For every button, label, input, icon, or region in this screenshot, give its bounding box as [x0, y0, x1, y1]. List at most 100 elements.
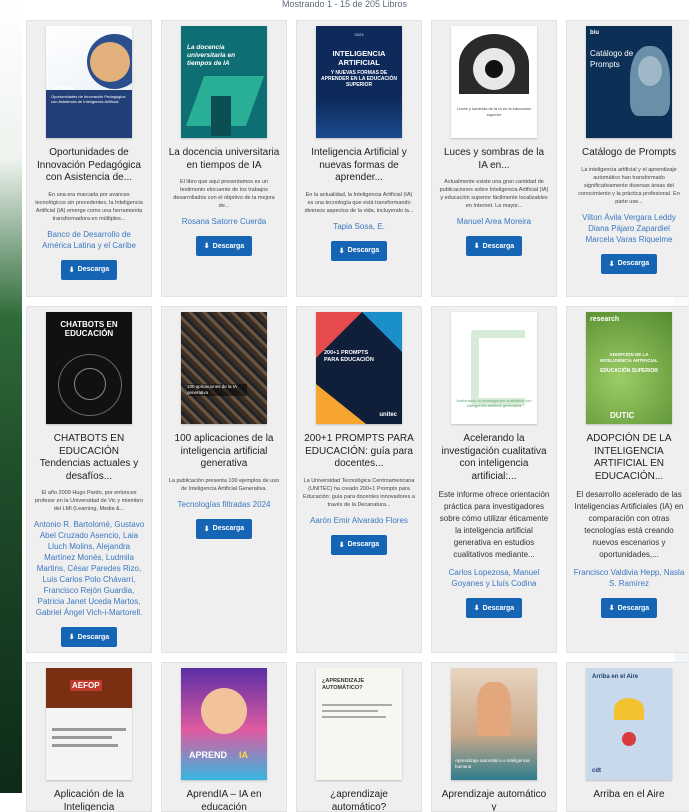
book-description: El desarrollo acelerado de las Inteligen…: [574, 490, 684, 559]
book-title[interactable]: 100 aplicaciones de la inteligencia arti…: [168, 433, 280, 471]
book-title[interactable]: La docencia universitaria en tiempos de …: [168, 147, 280, 172]
cover-text: Aprendizaje automático e inteligencia hu…: [455, 758, 530, 769]
book-cover[interactable]: CHATBOTS EN EDUCACIÓN: [46, 312, 132, 424]
cover-text: IA: [239, 750, 248, 760]
download-icon: ⬇: [473, 243, 480, 250]
book-author[interactable]: Banco de Desarrollo de América Latina y …: [33, 229, 145, 251]
download-button[interactable]: ⬇ Descarga: [465, 236, 523, 256]
book-description: La Universidad Tecnológica Centroamerica…: [303, 477, 415, 508]
download-icon: ⬇: [473, 605, 480, 612]
download-button[interactable]: ⬇ Descarga: [60, 627, 118, 647]
book-description: Este informe ofrece orientación práctica…: [438, 490, 550, 559]
book-card: Arriba en el Aire cdt Arriba en el Aire: [566, 662, 689, 812]
book-title[interactable]: Oportunidades de Innovación Pedagógica c…: [33, 147, 145, 185]
download-label: Descarga: [482, 242, 515, 250]
book-title[interactable]: Acelerando la investigación cualitativa …: [438, 433, 550, 483]
book-card: 200+1 PROMPTS PARA EDUCACIÓN unitec 200+…: [296, 306, 422, 653]
book-cover[interactable]: 200+1 PROMPTS PARA EDUCACIÓN unitec: [316, 312, 402, 424]
book-cover[interactable]: research ADOPCIÓN DE LA INTELIGENCIA ART…: [586, 312, 672, 424]
cover-text: 200+1 PROMPTS PARA EDUCACIÓN: [324, 350, 374, 363]
download-icon: ⬇: [68, 266, 75, 274]
book-title[interactable]: Luces y sombras de la IA en...: [438, 147, 550, 172]
cover-text: Acelerando la investigación cualitativa …: [456, 398, 532, 408]
book-author[interactable]: Aarón Emir Alvarado Flores: [310, 515, 408, 526]
background-left-edge: [0, 0, 22, 793]
cover-text: cdt: [592, 768, 601, 774]
book-title[interactable]: Aplicación de la Inteligencia: [33, 789, 145, 811]
download-button[interactable]: ⬇ Descarga: [600, 253, 658, 274]
book-title[interactable]: AprendIA – IA en educación: [168, 789, 280, 811]
book-author[interactable]: Francisco Valdivia Hepp, Nasla S. Ramíre…: [573, 567, 685, 589]
download-label: Descarga: [212, 525, 245, 532]
download-icon: ⬇: [203, 243, 210, 250]
download-label: Descarga: [347, 541, 380, 548]
book-author[interactable]: Carlos Lopezosa, Manuel Goyanes y Lluís …: [438, 567, 550, 589]
book-description: En una era marcada por avances tecnológi…: [35, 191, 143, 222]
book-cover[interactable]: La docencia universitaria en tiempos de …: [181, 26, 267, 138]
download-icon: ⬇: [338, 247, 345, 255]
book-author[interactable]: Rosana Satorre Cuerda: [182, 216, 267, 227]
cover-text: 100 aplicaciones de la IA generativa: [187, 384, 247, 396]
cover-text: DUTIC: [610, 411, 635, 420]
book-cover[interactable]: 100 aplicaciones de la IA generativa: [181, 312, 267, 424]
book-author[interactable]: Manuel Area Moreira: [457, 216, 531, 227]
cover-text: research: [590, 316, 620, 323]
book-card: AEFOP Aplicación de la Inteligencia: [26, 662, 152, 812]
cover-text: APREND: [189, 750, 228, 760]
book-card: 100 aplicaciones de la IA generativa 100…: [161, 306, 287, 653]
book-title[interactable]: Aprendizaje automático y: [438, 789, 550, 811]
book-title[interactable]: ¿aprendizaje automático?: [303, 789, 415, 811]
book-card: APREND IA AprendIA – IA en educación: [161, 662, 287, 812]
book-card: Aprendizaje automático e inteligencia hu…: [431, 662, 557, 812]
cover-text: Catálogo de Prompts: [590, 49, 634, 69]
book-cover[interactable]: Arriba en el Aire cdt: [586, 668, 672, 780]
book-description: El año 2009 Hugo Pardo, por entonces pro…: [34, 490, 144, 512]
download-icon: ⬇: [608, 605, 615, 612]
book-author[interactable]: Antonio R. Bartolomé, Gustavo Abel Cruza…: [33, 519, 145, 618]
download-label: Descarga: [77, 633, 110, 641]
cover-text: ADOPCIÓN DE LA INTELIGENCIA ARTIFICIAL: [600, 352, 658, 363]
download-label: Descarga: [482, 604, 515, 612]
cover-text: Y NUEVAS FORMAS DE APRENDER EN LA EDUCAC…: [321, 70, 397, 88]
book-card: Acelerando la investigación cualitativa …: [431, 306, 557, 653]
book-card: ¿APRENDIZAJE AUTOMÁTICO? ¿aprendizaje au…: [296, 662, 422, 812]
book-grid: INFORME Oportunidades de Innovación Peda…: [26, 20, 689, 812]
book-description: La inteligencia artificial y el aprendiz…: [578, 166, 680, 205]
download-button[interactable]: ⬇ Descarga: [195, 236, 253, 256]
book-cover[interactable]: ¿APRENDIZAJE AUTOMÁTICO?: [316, 668, 402, 780]
book-title[interactable]: Catálogo de Prompts: [582, 147, 676, 160]
book-cover[interactable]: APREND IA: [181, 668, 267, 780]
book-title[interactable]: Inteligencia Artificial y nuevas formas …: [303, 147, 415, 185]
book-cover[interactable]: INFORME Oportunidades de Innovación Peda…: [46, 26, 132, 138]
cover-text: La docencia universitaria en tiempos de …: [187, 44, 236, 67]
book-card: CHATBOTS EN EDUCACIÓN CHATBOTS EN EDUCAC…: [26, 306, 152, 653]
download-button[interactable]: ⬇ Descarga: [330, 240, 388, 261]
cover-text: 2023: [354, 32, 364, 37]
download-button[interactable]: ⬇ Descarga: [600, 598, 658, 618]
book-cover[interactable]: Acelerando la investigación cualitativa …: [451, 312, 537, 424]
book-cover[interactable]: Aprendizaje automático e inteligencia hu…: [451, 668, 537, 780]
download-label: Descarga: [617, 260, 650, 267]
cover-text: Arriba en el Aire: [592, 674, 639, 680]
book-cover[interactable]: 2023 INTELIGENCIA ARTIFICIAL Y NUEVAS FO…: [316, 26, 402, 138]
download-button[interactable]: ⬇ Descarga: [60, 259, 118, 280]
book-cover[interactable]: biu Catálogo de Prompts: [586, 26, 672, 138]
cover-text: biu: [590, 30, 599, 36]
download-button[interactable]: ⬇ Descarga: [330, 534, 388, 555]
book-cover[interactable]: AEFOP: [46, 668, 132, 780]
book-title[interactable]: Arriba en el Aire: [593, 789, 664, 802]
book-cover[interactable]: Luces y sombras de la IA en la educación…: [451, 26, 537, 138]
cover-text: Luces y sombras de la IA en la educación…: [457, 106, 531, 117]
download-button[interactable]: ⬇ Descarga: [195, 518, 253, 539]
download-button[interactable]: ⬇ Descarga: [465, 598, 523, 618]
download-icon: ⬇: [203, 525, 210, 533]
book-author[interactable]: Tecnologías filtradas 2024: [178, 499, 271, 510]
book-title[interactable]: 200+1 PROMPTS PARA EDUCACIÓN: guía para …: [303, 433, 415, 471]
cover-text: CHATBOTS EN EDUCACIÓN: [60, 320, 118, 338]
download-label: Descarga: [212, 242, 245, 250]
book-author[interactable]: Vilton Ávila Vergara Leddy Diana Pájaro …: [573, 212, 685, 245]
download-icon: ⬇: [68, 634, 75, 641]
book-author[interactable]: Tapia Sosa, E.: [333, 221, 385, 232]
book-title[interactable]: ADOPCIÓN DE LA INTELIGENCIA ARTIFICIAL E…: [573, 433, 685, 483]
book-title[interactable]: CHATBOTS EN EDUCACIÓN Tendencias actuale…: [33, 433, 145, 483]
